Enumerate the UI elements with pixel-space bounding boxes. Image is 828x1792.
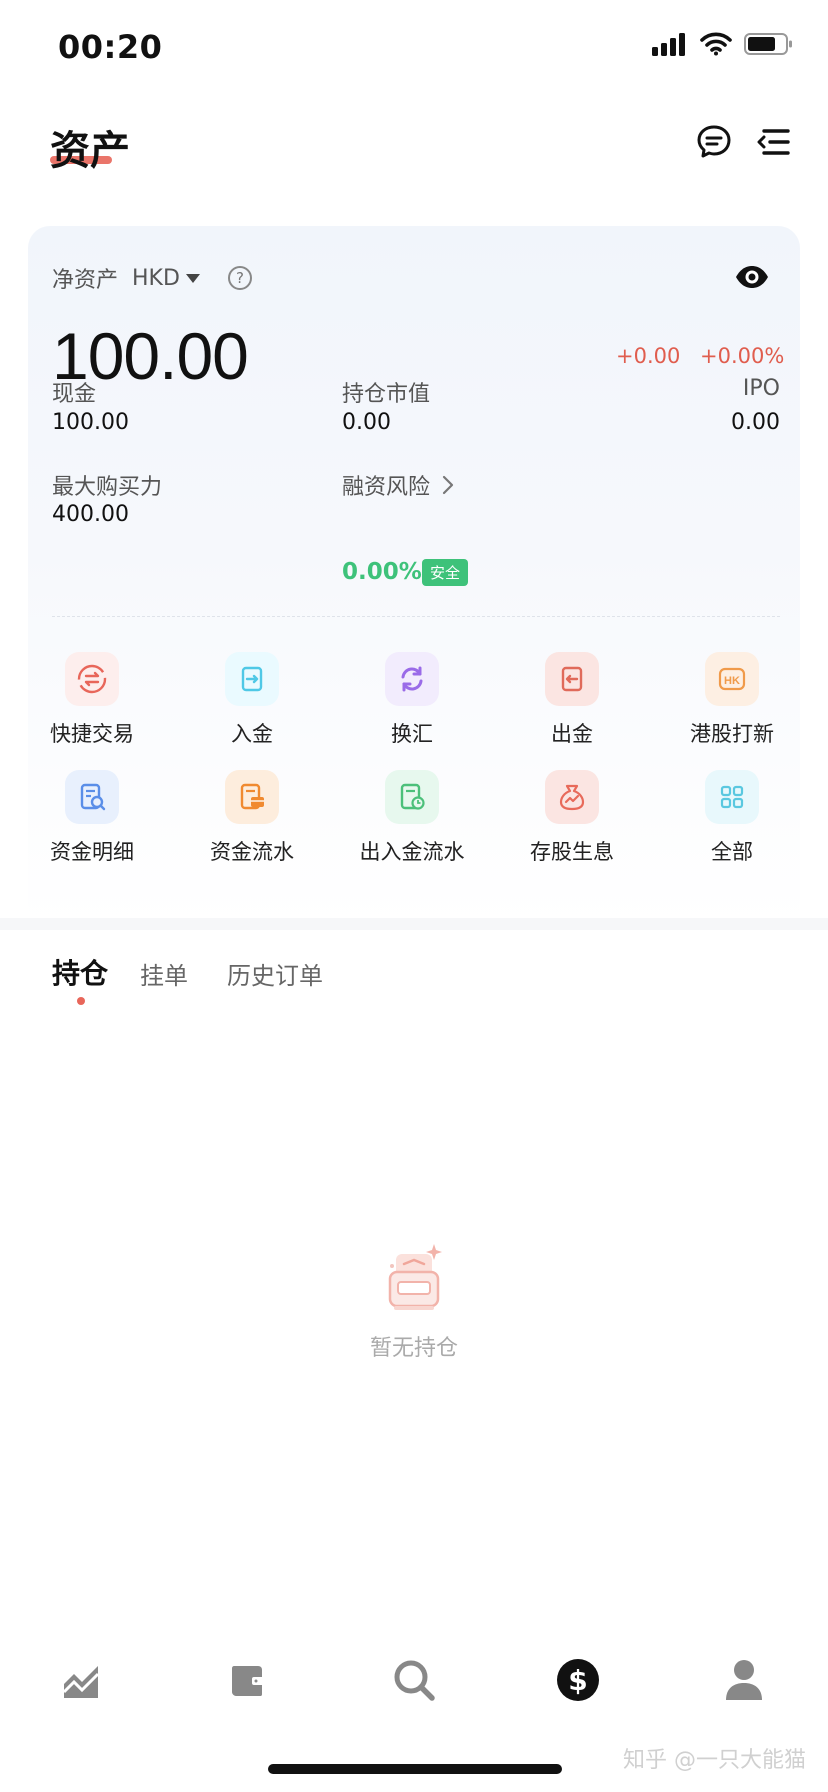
- financing-risk-label: 融资风险: [342, 475, 431, 500]
- empty-state: 暂无持仓: [0, 1240, 828, 1362]
- currency-label: HKD: [132, 265, 180, 291]
- stock-interest-icon: [545, 770, 599, 824]
- hk-ipo-icon: HK: [705, 652, 759, 706]
- section-separator: [0, 918, 828, 930]
- fund-flow-icon: [225, 770, 279, 824]
- empty-box-icon: [388, 1244, 442, 1310]
- fund-detail-icon: [65, 770, 119, 824]
- action-label: 资金流水: [210, 840, 294, 864]
- menu-list-icon: [757, 129, 790, 155]
- ipo-label: IPO: [742, 376, 780, 401]
- help-icon[interactable]: ?: [227, 266, 252, 290]
- caret-down-icon: [185, 273, 200, 283]
- action-label: 入金: [231, 722, 273, 746]
- action-fund-detail[interactable]: 资金明细: [32, 770, 152, 866]
- menu-button[interactable]: [754, 122, 794, 162]
- tab-search[interactable]: [384, 1650, 444, 1710]
- action-all[interactable]: 全部: [672, 770, 792, 866]
- quick-trade-icon: [65, 652, 119, 706]
- transfer-record-icon: [385, 770, 439, 824]
- status-time: 00:20: [58, 28, 163, 66]
- svg-text:HK: HK: [724, 675, 740, 687]
- action-label: 快捷交易: [50, 722, 134, 746]
- net-asset-label: 净资产: [52, 268, 119, 293]
- page-title: 资产: [50, 128, 130, 174]
- action-fund-flow[interactable]: 资金流水: [192, 770, 312, 866]
- holdings-tabs: 持仓 挂单 历史订单: [0, 940, 828, 1010]
- tab-assets[interactable]: $: [548, 1650, 608, 1710]
- ipo-value: 0.00: [731, 410, 780, 435]
- action-withdraw[interactable]: 出金: [512, 652, 632, 748]
- action-label: 存股生息: [530, 840, 614, 864]
- message-button[interactable]: [694, 122, 734, 162]
- currency-selector[interactable]: HKD: [132, 266, 200, 291]
- change-percent: +0.00%: [700, 344, 785, 368]
- action-label: 换汇: [391, 722, 433, 746]
- status-bar: 00:20: [0, 0, 828, 100]
- page-header: 资产: [0, 100, 828, 210]
- tab-pending-orders[interactable]: 挂单: [140, 956, 188, 991]
- active-tab-indicator: [77, 997, 85, 1005]
- home-indicator: [268, 1764, 562, 1774]
- tab-order-history[interactable]: 历史订单: [227, 956, 323, 991]
- financing-risk-value: 0.00%: [342, 559, 422, 585]
- deposit-icon: [225, 652, 279, 706]
- financing-risk-link[interactable]: 融资风险: [342, 469, 454, 501]
- asset-card: 净资产 HKD ? 100.00 +0.00 +0.00% 现金 100.00 …: [28, 226, 800, 926]
- chart-trend-icon: [62, 1666, 100, 1698]
- action-label: 资金明细: [50, 840, 134, 864]
- bottom-tab-bar: $: [0, 1640, 828, 1720]
- action-transfer-record[interactable]: 出入金流水: [352, 770, 472, 866]
- svg-text:$: $: [568, 1664, 587, 1697]
- action-quick-trade[interactable]: 快捷交易: [32, 652, 152, 748]
- withdraw-icon: [545, 652, 599, 706]
- card-divider: [52, 616, 780, 617]
- action-hk-ipo[interactable]: HK 港股打新: [672, 652, 792, 748]
- wifi-icon: [700, 32, 732, 56]
- tab-market[interactable]: [52, 1650, 112, 1710]
- cash-value: 100.00: [52, 410, 129, 435]
- buying-power-value: 400.00: [52, 502, 129, 527]
- user-icon: [726, 1660, 762, 1700]
- exchange-icon: [385, 652, 439, 706]
- empty-state-text: 暂无持仓: [369, 1336, 458, 1361]
- buying-power-label: 最大购买力: [52, 475, 163, 500]
- status-icons: [652, 32, 794, 56]
- battery-icon: [744, 33, 792, 55]
- chevron-right-icon: [442, 475, 454, 495]
- action-label: 港股打新: [690, 722, 774, 746]
- eye-icon: [736, 266, 768, 288]
- signal-icon: [652, 33, 685, 56]
- action-label: 出入金流水: [359, 840, 465, 864]
- tab-holdings[interactable]: 持仓: [52, 952, 108, 992]
- action-exchange[interactable]: 换汇: [352, 652, 472, 748]
- action-deposit[interactable]: 入金: [192, 652, 312, 748]
- position-value-label: 持仓市值: [342, 382, 431, 407]
- dollar-icon: $: [557, 1659, 599, 1701]
- action-label: 全部: [711, 840, 753, 864]
- cash-label: 现金: [52, 382, 97, 407]
- all-apps-icon: [705, 770, 759, 824]
- toggle-visibility-button[interactable]: [734, 264, 770, 294]
- action-label: 出金: [551, 722, 593, 746]
- wallet-icon: [232, 1666, 264, 1696]
- message-icon: [697, 125, 731, 158]
- watermark-text: 知乎 @一只大能猫: [623, 1748, 806, 1773]
- net-asset-row: 净资产 HKD ?: [52, 262, 252, 294]
- position-value: 0.00: [342, 410, 391, 435]
- tab-profile[interactable]: [714, 1650, 774, 1710]
- change-amount: +0.00: [616, 344, 681, 368]
- status-badge: 安全: [422, 559, 469, 586]
- tab-wallet[interactable]: [218, 1650, 278, 1710]
- action-stock-interest[interactable]: 存股生息: [512, 770, 632, 866]
- search-icon: [394, 1660, 435, 1701]
